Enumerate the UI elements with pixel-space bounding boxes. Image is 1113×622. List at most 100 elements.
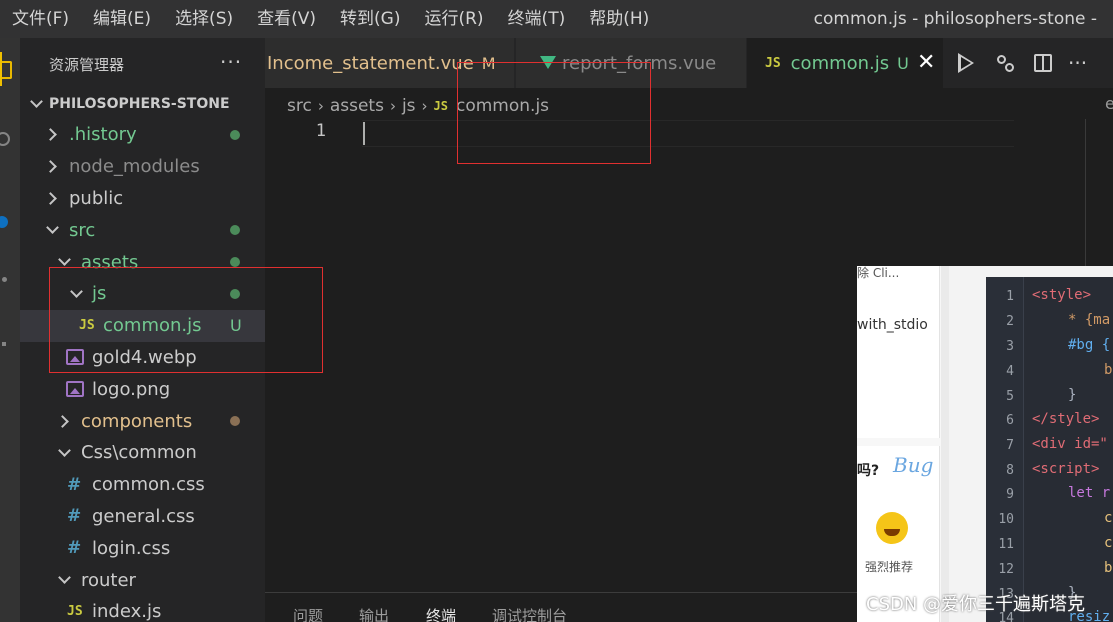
overlay-line-number: 3 [1006,339,1014,354]
breadcrumb-assets[interactable]: assets [330,96,384,116]
untracked-badge: U [897,53,909,73]
window-title: common.js - philosophers-stone - [813,9,1097,29]
menu-terminal[interactable]: 终端(T) [496,0,578,38]
chevron-down-icon [46,221,59,235]
panel-tab-terminal[interactable]: 终端 [426,605,456,622]
panel-tab-debug-console[interactable]: 调试控制台 [492,605,567,622]
tree-item-label: components [81,410,193,432]
text-cursor[interactable] [363,122,365,145]
css-file-icon: # [67,538,82,559]
overlay-code-line: } [1068,387,1077,403]
overlay-code-line: <script> [1032,461,1100,477]
tab-label: Income_statement.vue [267,52,474,74]
breadcrumb-js[interactable]: js [402,96,416,116]
overlay-line-number: 2 [1006,314,1014,329]
tree-item-label: common.css [92,474,205,496]
editor-tab-bar: Income_statement.vue M report_forms.vue … [265,38,1113,88]
modified-dot-icon [230,416,240,427]
modified-dot-icon [230,225,240,236]
extensions-icon[interactable] [0,328,20,362]
tree-item-label: Css\common [81,442,197,464]
clipped-text: e [1105,94,1113,113]
menu-help[interactable]: 帮助(H) [577,0,661,38]
menu-go[interactable]: 转到(G) [328,0,412,38]
overlay-text: 强烈推荐 [865,560,914,574]
tree-item-history[interactable]: .history [20,119,265,151]
open-changes-icon[interactable] [996,53,1014,73]
bug-logo: Bug [893,453,934,477]
tree-item-logo[interactable]: logo.png [20,373,265,405]
close-icon[interactable]: ✕ [917,50,935,75]
search-icon[interactable] [0,122,20,156]
image-file-icon [66,381,84,398]
overlay-divider [941,266,949,622]
tree-item-components[interactable]: components [20,405,265,437]
js-file-icon: JS [67,604,83,620]
tree-item-src[interactable]: src [20,214,265,246]
tree-item-label: index.js [92,601,162,622]
minimap-border [1085,119,1086,279]
explorer-title: 资源管理器 [49,56,125,74]
overlay-left-column: 除 Cli... with_stdio 吗? 强烈推荐 [857,266,941,622]
chevron-right-icon [44,160,57,174]
tree-item-public[interactable]: public [20,183,265,215]
overlay-code-line: b [1104,362,1113,378]
overlay-line-number: 6 [1006,413,1014,428]
chevron-right-icon: › [421,97,428,115]
explorer-icon[interactable] [0,52,20,86]
overlay-line-number: 7 [1006,438,1014,453]
tab-common-js[interactable]: JS common.js U ✕ [747,38,943,88]
line-number: 1 [315,121,326,141]
run-icon[interactable] [958,53,974,73]
tree-item-label: general.css [92,505,195,527]
laughing-emoji-icon [876,512,908,544]
annotation-box-tab [457,62,651,164]
overlay-text: 除 Cli... [857,266,900,280]
menu-selection[interactable]: 选择(S) [163,0,245,38]
chevron-right-icon: › [389,97,396,115]
overlay-code-line: c [1104,510,1113,526]
overlay-line-number: 9 [1006,487,1014,502]
panel-tab-output[interactable]: 输出 [359,605,389,622]
run-debug-icon[interactable] [0,263,20,297]
css-file-icon: # [67,506,82,527]
breadcrumb-src[interactable]: src [287,96,312,116]
tab-label: common.js [790,52,890,74]
modified-dot-icon [230,129,240,140]
overlay-code-block: 1 2 3 4 5 6 7 8 9 10 11 12 13 14 <style>… [986,277,1113,622]
activity-bar [0,38,20,622]
chevron-down-icon [58,571,71,584]
overlay-code-line: c [1104,535,1113,551]
tree-item-label: login.css [92,537,171,559]
chevron-down-icon [58,443,71,457]
tree-item-general-css[interactable]: # general.css [20,501,265,533]
menu-file[interactable]: 文件(F) [0,0,81,38]
tree-project-root[interactable]: PHILOSOPHERS-STONE [20,89,265,119]
tree-item-common-css[interactable]: # common.css [20,469,265,501]
panel-tab-problems[interactable]: 问题 [293,605,323,622]
tree-item-label: router [81,569,136,591]
menu-run[interactable]: 运行(R) [412,0,495,38]
overlay-line-number: 10 [998,512,1014,527]
split-editor-icon[interactable] [1034,54,1052,72]
more-actions-icon[interactable]: ··· [1068,51,1087,75]
explorer-header: 资源管理器 ··· [20,38,265,88]
tree-item-label: public [69,187,124,209]
overlay-line-number: 4 [1006,364,1014,379]
explorer-more-button[interactable]: ··· [220,50,242,74]
menu-bar: 文件(F) 编辑(E) 选择(S) 查看(V) 转到(G) 运行(R) 终端(T… [0,0,1113,38]
tree-item-label: node_modules [69,156,200,178]
source-control-icon[interactable] [0,204,20,238]
tree-item-css-common[interactable]: Css\common [20,437,265,469]
overlay-gutter: 1 2 3 4 5 6 7 8 9 10 11 12 13 14 [986,277,1024,622]
tree-item-index-js[interactable]: JS index.js [20,596,265,622]
overlay-card: 除 Cli... with_stdio [857,266,940,438]
tree-item-router[interactable]: router [20,564,265,596]
modified-dot-icon [230,257,240,268]
tree-item-node-modules[interactable]: node_modules [20,151,265,183]
overlay-code-line: </style> [1032,411,1100,427]
tree-item-label: .history [69,124,137,146]
tree-item-login-css[interactable]: # login.css [20,532,265,564]
menu-view[interactable]: 查看(V) [245,0,328,38]
menu-edit[interactable]: 编辑(E) [81,0,163,38]
